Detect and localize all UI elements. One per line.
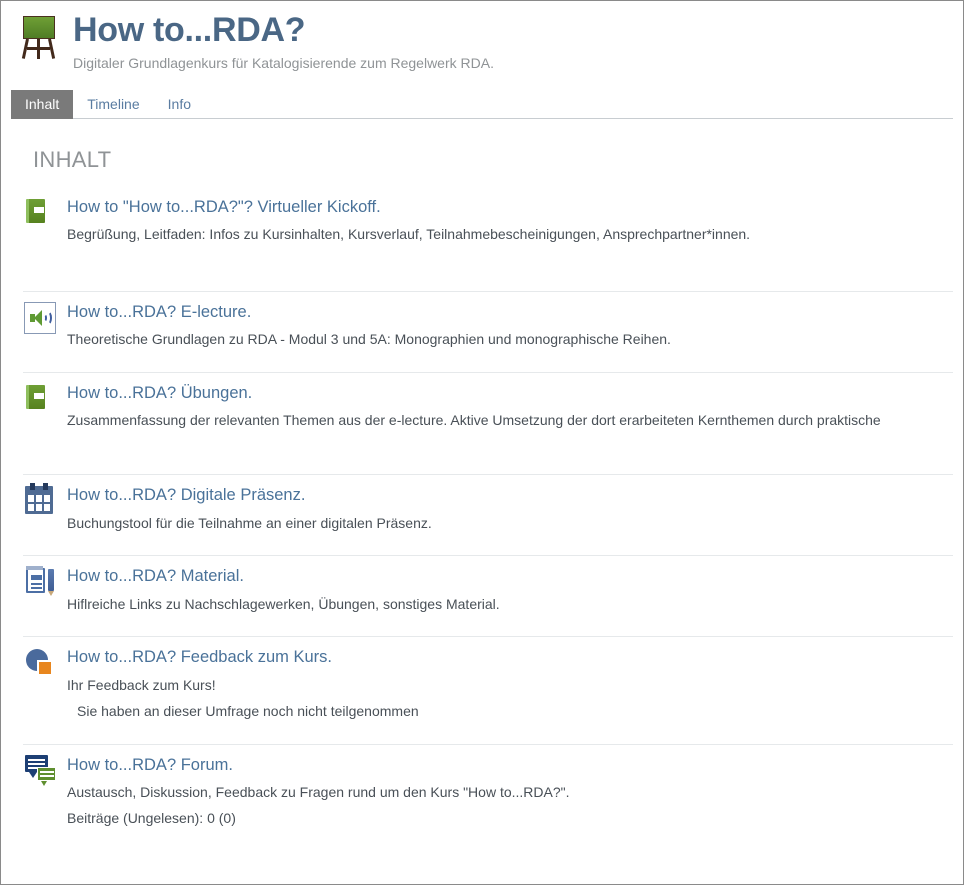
page-title: How to...RDA? [73,11,306,49]
tab-timeline[interactable]: Timeline [73,90,153,119]
activity-description: Ihr Feedback zum Kurs! [67,676,216,693]
course-header-row: How to...RDA? Digitaler Grundlagenkurs f… [1,11,963,74]
section-heading-inhalt: INHALT [33,146,112,172]
activity-link-e-lecture[interactable]: How to...RDA? E-lecture. [67,302,251,323]
tab-info[interactable]: Info [154,90,205,119]
activity-description: Begrüßung, Leitfaden: Infos zu Kursinhal… [67,226,751,243]
easel-chalkboard-icon [17,14,61,60]
activity-item-feedback[interactable]: How to...RDA? Feedback zum Kurs. Ihr Fee… [23,637,953,745]
course-header: How to...RDA? Digitaler Grundlagenkurs f… [1,1,963,119]
activity-item-e-lecture[interactable]: How to...RDA? E-lecture. Theoretische Gr… [23,292,953,373]
course-title-block: How to...RDA? Digitaler Grundlagenkurs f… [61,11,494,74]
tab-inhalt[interactable]: Inhalt [11,89,74,119]
activity-body: How to "How to...RDA?"? Virtueller Kicko… [63,197,953,245]
activity-description: Buchungstool für die Teilnahme an einer … [67,515,432,532]
activity-body: How to...RDA? E-lecture. Theoretische Gr… [63,302,953,350]
activity-link-digitale-praesenz[interactable]: How to...RDA? Digitale Präsenz. [67,485,305,506]
easel-board-shape [23,16,55,39]
course-tab-bar: Inhalt Timeline Info [1,89,963,119]
activity-item-digitale-praesenz[interactable]: How to...RDA? Digitale Präsenz. Buchungs… [23,475,953,557]
activity-status-feedback: Sie haben an dieser Umfrage noch nicht t… [77,703,419,720]
page-document-icon [23,566,63,602]
activity-status-forum: Beiträge (Ungelesen): 0 (0) [67,810,236,827]
activity-body: How to...RDA? Digitale Präsenz. Buchungs… [63,485,953,533]
calendar-icon [23,483,63,521]
activity-description: Zusammenfassung der relevanten Themen au… [67,412,881,429]
activity-item-kickoff[interactable]: How to "How to...RDA?"? Virtueller Kicko… [23,187,953,292]
activity-link-feedback[interactable]: How to...RDA? Feedback zum Kurs. [67,647,332,668]
course-content: INHALT How to "How to...RDA?"? Virtuelle… [1,147,963,851]
activity-item-material[interactable]: How to...RDA? Material. Hiflreiche Links… [23,556,953,638]
pie-chart-feedback-icon [23,649,63,683]
activity-link-uebungen[interactable]: How to...RDA? Übungen. [67,383,252,404]
activity-body: How to...RDA? Forum. Austausch, Diskussi… [63,755,953,829]
book-icon [23,384,63,419]
easel-legs-shape [21,38,57,59]
activity-item-forum[interactable]: How to...RDA? Forum. Austausch, Diskussi… [23,745,953,851]
activity-body: How to...RDA? Material. Hiflreiche Links… [63,566,953,614]
speaker-audio-icon [23,301,63,338]
activity-body: How to...RDA? Übungen. Zusammenfassung d… [63,383,953,431]
activity-description: Hiflreiche Links zu Nachschlagewerken, Ü… [67,596,500,612]
activity-item-uebungen[interactable]: How to...RDA? Übungen. Zusammenfassung d… [23,373,953,476]
course-page: How to...RDA? Digitaler Grundlagenkurs f… [0,0,964,885]
activity-link-forum[interactable]: How to...RDA? Forum. [67,755,233,776]
course-summary: Digitaler Grundlagenkurs für Katalogisie… [73,55,494,72]
forum-icon [23,754,63,791]
activity-description: Austausch, Diskussion, Feedback zu Frage… [67,784,570,801]
book-icon [23,198,63,233]
activity-link-material[interactable]: How to...RDA? Material. [67,566,244,587]
activity-link-kickoff[interactable]: How to "How to...RDA?"? Virtueller Kicko… [67,197,381,218]
activity-description: Theoretische Grundlagen zu RDA - Modul 3… [67,331,671,348]
activity-body: How to...RDA? Feedback zum Kurs. Ihr Fee… [63,647,953,721]
